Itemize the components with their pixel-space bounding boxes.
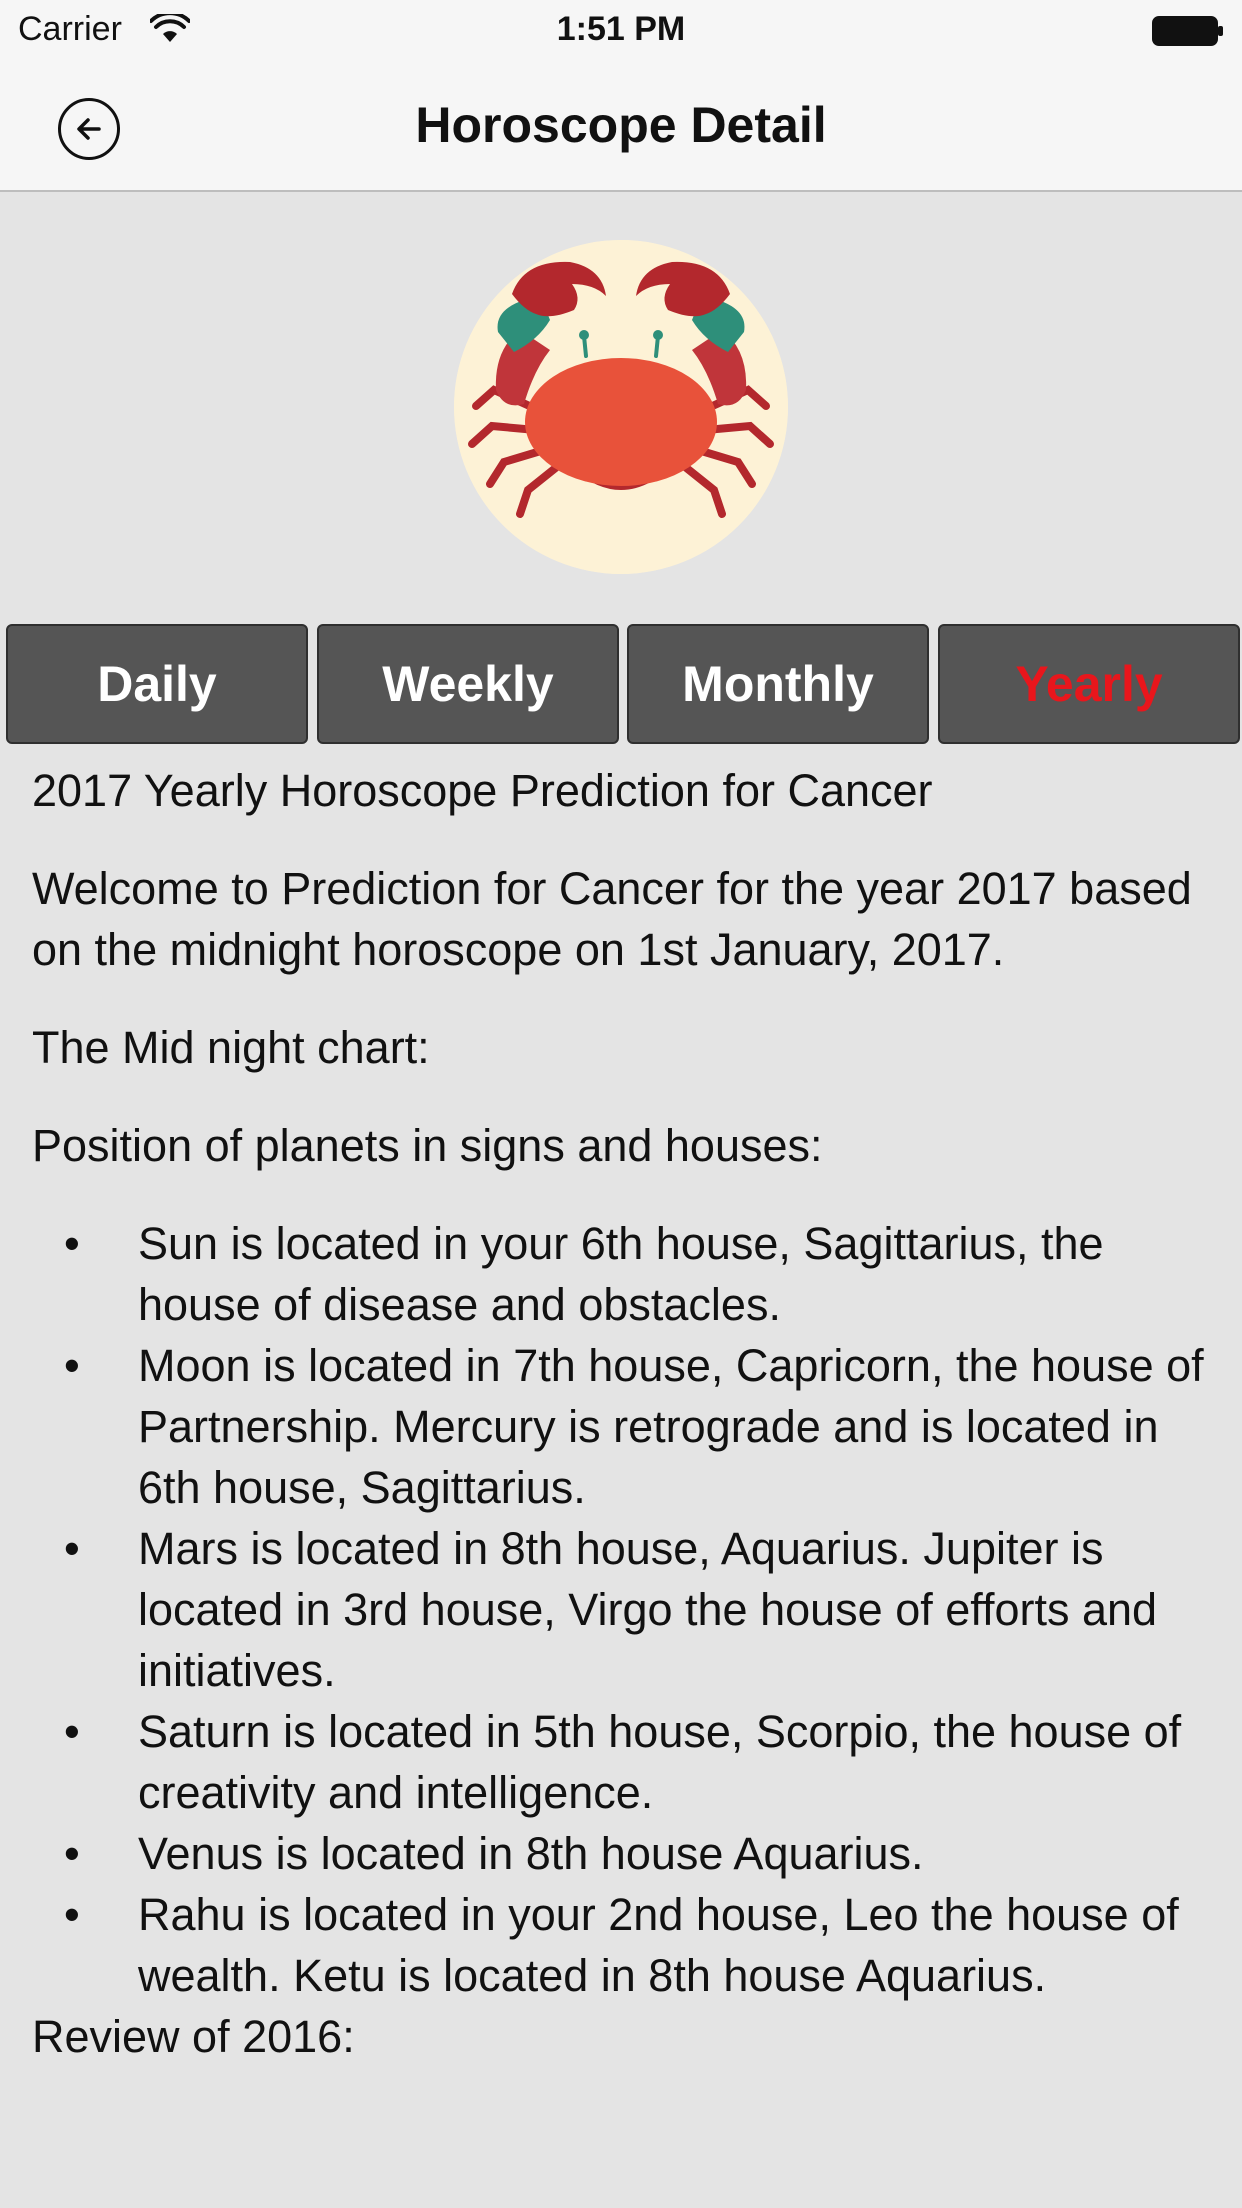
list-item: Venus is located in 8th house Aquarius. bbox=[32, 1823, 1212, 1884]
tab-monthly[interactable]: Monthly bbox=[627, 624, 929, 744]
tab-yearly[interactable]: Yearly bbox=[938, 624, 1240, 744]
tab-weekly[interactable]: Weekly bbox=[317, 624, 619, 744]
cancer-crab-icon bbox=[454, 240, 788, 574]
page-title: Horoscope Detail bbox=[415, 97, 827, 153]
chart-label: The Mid night chart: bbox=[32, 1022, 430, 1073]
period-tabs: Daily Weekly Monthly Yearly bbox=[6, 624, 1240, 744]
status-time: 1:51 PM bbox=[556, 10, 686, 48]
horoscope-intro: Welcome to Prediction for Cancer for the… bbox=[32, 863, 1192, 975]
list-item: Mars is located in 8th house, Aquarius. … bbox=[32, 1518, 1212, 1701]
tab-daily[interactable]: Daily bbox=[6, 624, 308, 744]
battery-icon bbox=[1152, 16, 1223, 46]
list-item: Sun is located in your 6th house, Sagitt… bbox=[32, 1213, 1212, 1335]
list-item: Moon is located in 7th house, Capricorn,… bbox=[32, 1335, 1212, 1518]
list-item: Saturn is located in 5th house, Scorpio,… bbox=[32, 1701, 1212, 1823]
review-label: Review of 2016: bbox=[32, 2011, 355, 2062]
navigation-bar: Horoscope Detail bbox=[0, 60, 1242, 192]
positions-label: Position of planets in signs and houses: bbox=[32, 1120, 823, 1171]
planet-positions-list: Sun is located in your 6th house, Sagitt… bbox=[32, 1213, 1212, 2006]
status-bar: Carrier 1:51 PM bbox=[0, 0, 1242, 60]
list-item: Rahu is located in your 2nd house, Leo t… bbox=[32, 1884, 1212, 2006]
zodiac-image bbox=[454, 240, 788, 574]
horoscope-heading: 2017 Yearly Horoscope Prediction for Can… bbox=[32, 765, 933, 816]
horoscope-content: 2017 Yearly Horoscope Prediction for Can… bbox=[32, 760, 1212, 2067]
